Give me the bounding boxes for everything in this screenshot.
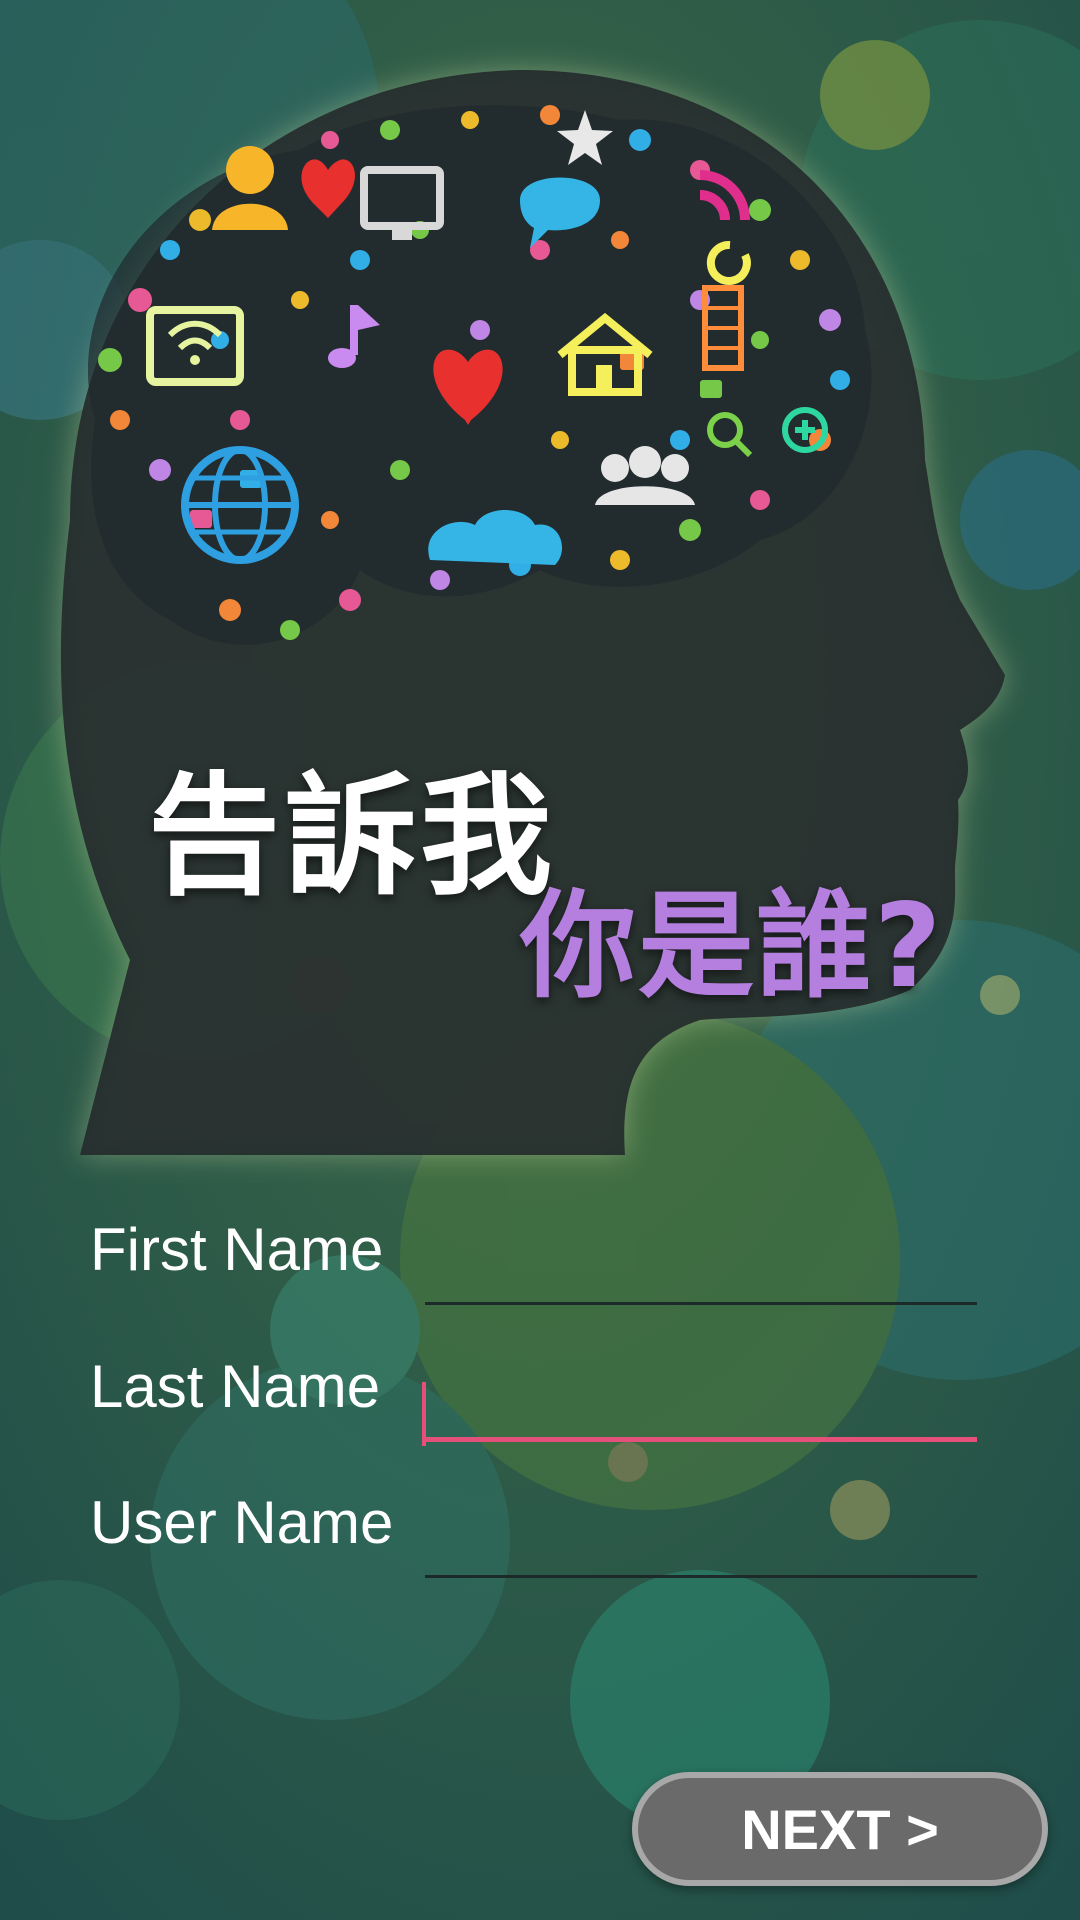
text-caret [422,1382,426,1446]
headline-line-1: 告訴我 [148,760,556,914]
last-name-input[interactable] [425,1352,977,1442]
next-button[interactable]: NEXT > [632,1772,1048,1886]
user-name-label: User Name [90,1489,394,1556]
first-name-input[interactable] [425,1215,977,1305]
last-name-label: Last Name [90,1353,381,1420]
first-name-label: First Name [90,1216,384,1283]
last-name-field: Last Name [0,1352,1080,1472]
first-name-field: First Name [0,1215,1080,1335]
user-name-input[interactable] [425,1488,977,1578]
headline-line-2: 你是誰? [520,879,944,1014]
user-name-field: User Name [0,1488,1080,1608]
